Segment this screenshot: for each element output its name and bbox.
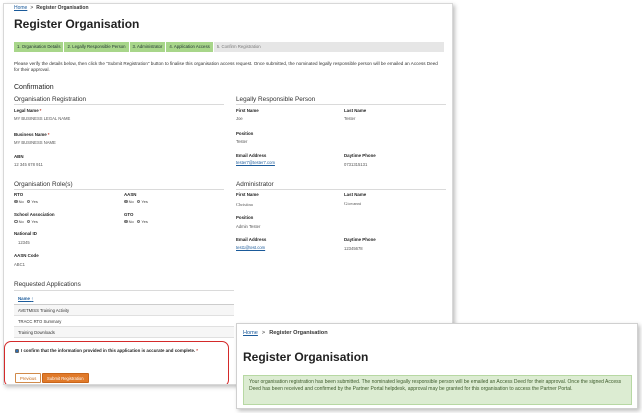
gto-yes-radio[interactable] [136,219,141,224]
requested-apps-table: Name ↑ AVETMISS Training Activity TRACC … [14,293,234,338]
aasn-label: AASN [124,192,137,197]
admin-last-name-label: Last Name [344,192,367,197]
lrp-first-name-value: Joe [236,116,243,121]
required-mark: * [196,348,198,353]
administrator-title: Administrator [236,181,274,188]
success-breadcrumb-home-link[interactable]: Home [243,330,258,336]
step-legally-responsible-person[interactable]: 2. Legally Responsible Person [64,42,129,52]
school-radio-group: No Yes [14,219,38,224]
national-id-value: 12345 [18,240,30,245]
breadcrumb-current: Register Organisation [36,5,89,11]
admin-position-value: Admin Tester [236,224,261,229]
abn-value: 12 345 678 911 [14,162,43,167]
gto-radio-group: No Yes [124,219,148,224]
lrp-position-label: Position [236,131,254,136]
lrp-email-link[interactable]: tester7@tester7.com [236,160,275,165]
admin-email-label: Email Address [236,237,267,242]
rto-no-radio[interactable] [14,199,18,204]
registration-success-window: Home > Register Organisation Register Orga… [236,323,638,409]
admin-phone-value: 12345678 [344,246,363,251]
step-application-access[interactable]: 4. Application Access [166,42,213,52]
requested-apps-title: Requested Applications [14,281,81,288]
confirmation-heading: Confirmation [14,84,54,91]
lrp-rule [236,104,446,105]
rto-radio-group: No Yes [14,199,38,204]
gto-label: GTO [124,212,134,217]
lrp-email-label: Email Address [236,153,267,158]
admin-phone-label: Daytime Phone [344,237,376,242]
lrp-last-name-value: Tester [344,116,356,121]
breadcrumb: Home > Register Organisation [14,5,89,11]
table-row: Training Downloads [14,327,234,338]
admin-position-label: Position [236,215,254,220]
org-registration-rule [14,104,224,105]
table-row: AVETMISS Training Activity [14,305,234,316]
aasn-radio-group: No Yes [124,199,148,204]
confirm-text: I confirm that the information provided … [21,348,196,353]
business-name-value: MY BUSINESS NAME [14,140,56,145]
name-column-header[interactable]: Name ↑ [14,293,234,305]
step-organisation-details[interactable]: 1. Organisation Details [14,42,64,52]
legal-name-value: MY BUSINESS LEGAL NAME [14,116,71,121]
admin-last-name-value: Giovanni [344,201,362,206]
lrp-last-name-label: Last Name [344,108,367,113]
org-registration-title: Organisation Registration [14,96,87,103]
previous-button[interactable]: Previous [15,373,42,383]
aasn-no-radio[interactable] [124,199,128,204]
admin-first-name-value: Christina [236,202,253,207]
org-roles-title: Organisation Role(s) [14,181,73,188]
success-breadcrumb-separator: > [261,330,266,336]
submit-registration-button[interactable]: Submit Registration [42,373,89,383]
admin-first-name-label: First Name [236,192,259,197]
success-breadcrumb: Home > Register Organisation [243,330,328,336]
breadcrumb-separator: > [30,5,34,11]
admin-email-link[interactable]: test1@test.com [236,245,265,250]
school-association-label: School Association [14,212,55,217]
lrp-title: Legally Responsible Person [236,96,316,103]
administrator-rule [236,189,446,190]
business-name-label: Business Name* [14,132,50,137]
national-id-label: National ID [14,231,37,236]
confirm-checkbox-row: I confirm that the information provided … [15,348,198,353]
lrp-first-name-label: First Name [236,108,259,113]
rto-label: RTO [14,192,24,197]
confirm-checkbox[interactable] [15,348,19,353]
school-yes-radio[interactable] [26,219,31,224]
gto-no-radio[interactable] [124,219,128,224]
success-message: Your organisation registration has been … [243,375,632,405]
abn-label: ABN [14,154,24,159]
breadcrumb-home-link[interactable]: Home [14,5,27,11]
rto-yes-radio[interactable] [26,199,31,204]
legal-name-label: Legal Name* [14,108,42,113]
lrp-phone-label: Daytime Phone [344,153,376,158]
aasn-yes-radio[interactable] [136,199,141,204]
wizard-steps: 1. Organisation Details 2. Legally Respo… [14,42,444,52]
page-title: Register Organisation [14,17,140,31]
lrp-position-value: Tester [236,139,248,144]
confirmation-box: I confirm that the information provided … [4,341,229,384]
sort-up-icon: ↑ [31,296,34,301]
school-no-radio[interactable] [14,219,18,224]
aasn-code-label: AASN Code [14,253,39,258]
success-breadcrumb-current: Register Organisation [269,330,328,336]
aasn-code-value: ABC1 [14,262,25,267]
success-page-title: Register Organisation [243,350,369,364]
intro-text: Please verify the details below, then cl… [14,61,438,72]
org-roles-rule [14,189,224,190]
step-administrator[interactable]: 3. Administrator [129,42,166,52]
step-confirm-registration: 5. Confirm Registration [213,42,444,52]
table-row: TRACC RTO Summary [14,316,234,327]
requested-apps-rule [14,290,234,291]
lrp-phone-value: 0731315131 [344,162,368,167]
